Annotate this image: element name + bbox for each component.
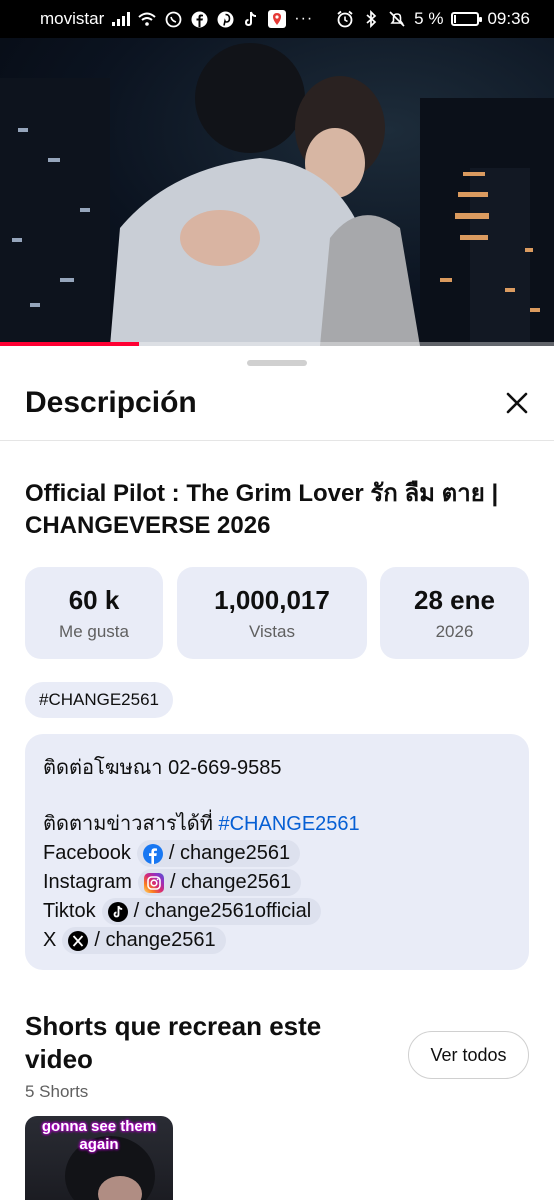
shorts-count: 5 Shorts [25, 1082, 89, 1101]
social-name-instagram: Instagram [43, 871, 132, 893]
social-name-x: X [43, 929, 57, 951]
facebook-icon [142, 843, 163, 864]
date-stat: 28 ene 2026 [380, 567, 529, 659]
likes-stat: 60 k Me gusta [25, 567, 163, 659]
mute-bell-icon [388, 10, 406, 28]
pinterest-icon [216, 10, 234, 28]
signal-icon [112, 10, 131, 28]
battery-icon [451, 12, 483, 26]
wifi-icon [138, 10, 156, 28]
instagram-handle: / change2561 [169, 871, 292, 893]
social-name-facebook: Facebook [43, 842, 131, 864]
alarm-icon [336, 10, 354, 28]
close-button[interactable] [500, 388, 534, 422]
sheet-drag-handle[interactable] [247, 360, 307, 366]
hashtag-link[interactable]: #CHANGE2561 [218, 810, 359, 839]
short-thumbnail[interactable]: gonna see them again [25, 1116, 173, 1200]
likes-label: Me gusta [59, 621, 129, 641]
video-title: Official Pilot : The Grim Lover รัก ลืม … [25, 480, 499, 539]
date-year: 2026 [435, 621, 474, 641]
clock: 09:36 [487, 9, 530, 28]
x-icon [68, 930, 89, 951]
close-icon [505, 391, 529, 420]
hashtag-chip[interactable]: #CHANGE2561 [25, 682, 174, 718]
carrier-label: movistar [40, 9, 105, 28]
whatsapp-icon [164, 10, 182, 28]
social-name-tiktok: Tiktok [43, 900, 96, 922]
tiktok-link-chip[interactable]: / change2561official [101, 898, 322, 925]
ad-contact-line: ติดต่อโฆษณา 02-669-9585 [43, 757, 282, 779]
views-stat: 1,000,017 Vistas [177, 567, 367, 659]
header-divider [0, 440, 554, 441]
likes-value: 60 k [68, 584, 120, 615]
social-line-tiktok: Tiktok / change2561official [43, 897, 511, 926]
video-progress-fill [0, 342, 139, 346]
follow-news-line: ติดตามข่าวสารได้ที่ #CHANGE2561 [43, 810, 511, 839]
social-line-facebook: Facebook / change2561 [43, 839, 511, 868]
social-line-x: X / change2561 [43, 926, 511, 955]
tiktok-handle: / change2561official [133, 900, 312, 922]
facebook-status-icon [190, 10, 208, 28]
video-frame [0, 43, 554, 346]
views-value: 1,000,017 [214, 584, 330, 615]
status-bar: movistar ··· 5 % 09:36 [0, 0, 554, 38]
description-sheet: Descripción Official Pilot : The Grim Lo… [0, 348, 554, 1200]
sheet-title: Descripción [25, 386, 197, 419]
follow-news-text: ติดตามข่าวสารได้ที่ [43, 813, 219, 835]
short-caption: gonna see them again [41, 1118, 157, 1153]
battery-percent: 5 % [414, 9, 444, 28]
shorts-section-title: Shorts que recrean este video [25, 1011, 322, 1074]
facebook-link-chip[interactable]: / change2561 [136, 840, 301, 867]
video-player[interactable] [0, 38, 554, 346]
view-all-button[interactable]: Ver todos [408, 1031, 529, 1079]
tiktok-icon [107, 901, 128, 922]
instagram-link-chip[interactable]: / change2561 [137, 869, 302, 896]
date-value: 28 ene [414, 584, 495, 615]
bluetooth-icon [362, 10, 380, 28]
x-handle: / change2561 [94, 929, 216, 951]
facebook-handle: / change2561 [168, 842, 291, 864]
instagram-icon [143, 872, 164, 893]
description-box: ติดต่อโฆษณา 02-669-9585 ติดตามข่าวสารได้… [25, 734, 529, 970]
views-label: Vistas [249, 621, 295, 641]
more-notifications-indicator: ··· [294, 10, 314, 27]
tiktok-status-icon [242, 10, 260, 28]
x-link-chip[interactable]: / change2561 [62, 927, 226, 954]
maps-icon [268, 10, 287, 28]
social-line-instagram: Instagram / change2561 [43, 868, 511, 897]
